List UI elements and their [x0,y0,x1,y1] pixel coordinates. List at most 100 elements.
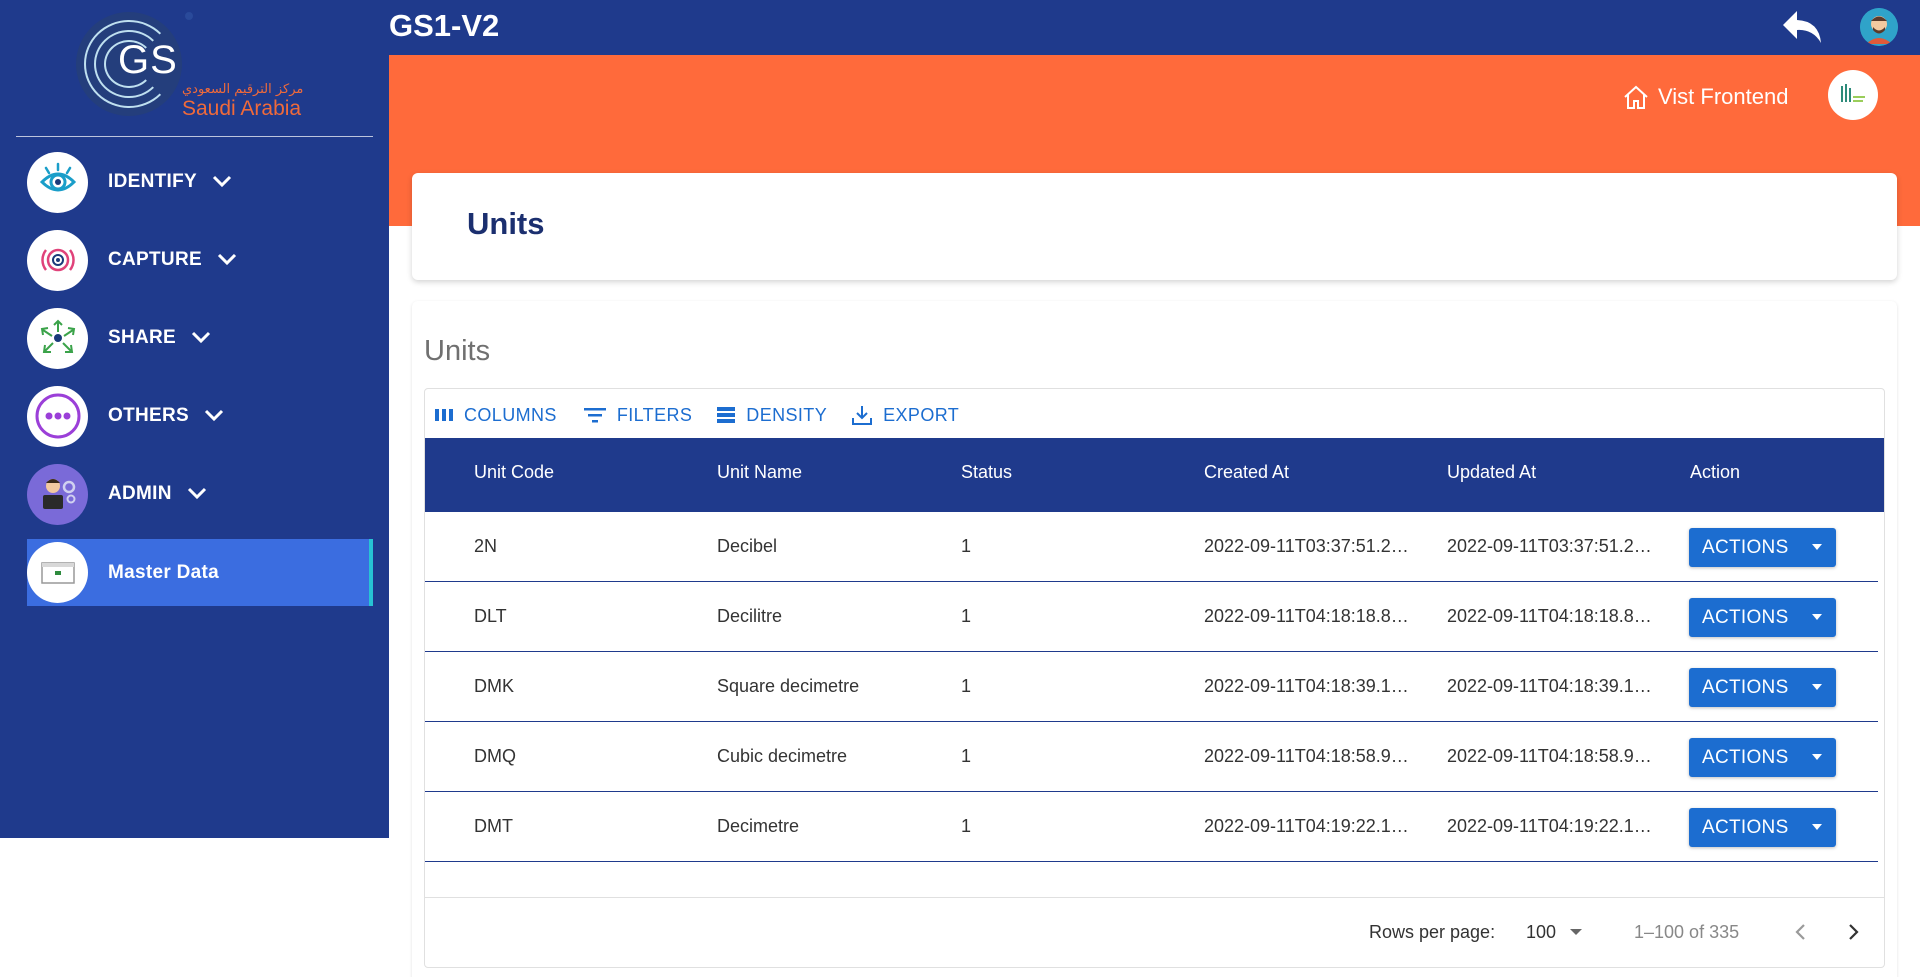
more-dots-icon [27,385,88,447]
chevron-down-icon [203,405,225,427]
table-row[interactable]: DMT Decimetre 1 2022-09-11T04:19:22.1… 2… [425,792,1878,862]
back-button[interactable] [1778,5,1826,49]
cell-updated-at: 2022-09-11T04:19:22.1… [1447,816,1652,836]
density-label: DENSITY [746,404,828,425]
actions-label: ACTIONS [1702,676,1789,698]
cell-created-at: 2022-09-11T04:18:18.8… [1204,606,1409,626]
rows-per-page-label: Rows per page: [1369,922,1496,942]
reply-arrow-icon [1783,11,1821,43]
sidebar-item-share[interactable]: SHARE [27,304,373,372]
logo-dot [185,12,193,20]
app-title: GS1-V2 [389,8,500,43]
top-app-bar [389,0,1920,55]
chevron-left-icon [1795,924,1805,940]
cell-updated-at: 2022-09-11T04:18:18.8… [1447,606,1652,626]
column-header-created-at[interactable]: Created At [1204,462,1289,483]
share-nodes-icon [27,307,88,369]
caret-down-icon [1812,754,1822,760]
page-title-card: Units [412,173,1897,280]
rows-per-page-select[interactable]: 100 [1526,920,1583,944]
column-header-action[interactable]: Action [1690,462,1740,483]
cell-status: 1 [961,816,972,836]
cell-unit-code: DLT [474,606,507,626]
cell-unit-name: Square decimetre [717,676,860,696]
cell-created-at: 2022-09-11T04:18:58.9… [1204,746,1409,766]
actions-button[interactable]: ACTIONS [1689,598,1836,637]
column-header-status[interactable]: Status [961,462,1012,483]
visit-frontend-link[interactable]: Vist Frontend [1622,80,1788,114]
rows-per-page-value: 100 [1526,921,1557,942]
table-row[interactable]: DMK Square decimetre 1 2022-09-11T04:18:… [425,652,1878,722]
actions-button[interactable]: ACTIONS [1689,808,1836,847]
sidebar-item-others[interactable]: OTHERS [27,382,373,450]
sidebar-item-capture[interactable]: CAPTURE [27,226,373,294]
cell-created-at: 2022-09-11T04:18:39.1… [1204,676,1409,696]
sidebar-item-label: ADMIN [108,483,172,504]
column-header-unit-code[interactable]: Unit Code [474,462,554,483]
cell-updated-at: 2022-09-11T04:18:39.1… [1447,676,1652,696]
user-avatar[interactable] [1860,8,1898,46]
filters-button[interactable]: FILTERS [583,405,692,426]
sidebar-item-label: IDENTIFY [108,171,197,192]
caret-down-icon [1812,684,1822,690]
cell-created-at: 2022-09-11T03:37:51.2… [1204,536,1409,556]
column-header-updated-at[interactable]: Updated At [1447,462,1536,483]
grid-toolbar: COLUMNS FILTERS DENSITY EXPORT [434,400,983,430]
sidebar-divider [16,136,373,137]
export-label: EXPORT [883,404,960,425]
app-root: GS مركز الترقيم السعودي Saudi Arabia IDE… [0,0,1920,977]
cell-updated-at: 2022-09-11T04:18:58.9… [1447,746,1652,766]
table-row[interactable]: DMQ Cubic decimetre 1 2022-09-11T04:18:5… [425,722,1878,792]
caret-down-icon [1812,614,1822,620]
grid-footer-divider [425,897,1884,898]
table-row[interactable]: 2N Decibel 1 2022-09-11T03:37:51.2… 2022… [425,512,1878,582]
actions-label: ACTIONS [1702,606,1789,628]
columns-icon [435,409,453,421]
next-page-button[interactable] [1840,916,1868,948]
cell-status: 1 [961,606,972,626]
active-indicator [369,539,373,606]
density-button[interactable]: DENSITY [716,405,827,426]
page-title: Units [467,206,545,241]
eye-icon [27,151,88,213]
chevron-down-icon [216,249,238,271]
cell-unit-code: DMK [474,676,514,696]
logo-arabic-text: مركز الترقيم السعودي [182,82,304,97]
columns-label: COLUMNS [464,404,557,425]
brand-logo-button[interactable] [1828,70,1878,120]
admin-avatar-icon [27,463,88,525]
logo-region: Saudi Arabia [182,97,302,120]
filter-icon [583,408,606,423]
columns-button[interactable]: COLUMNS [434,405,557,426]
sidebar-item-label: Master Data [108,561,220,583]
column-header-unit-name[interactable]: Unit Name [717,462,802,483]
actions-label: ACTIONS [1702,816,1789,838]
actions-button[interactable]: ACTIONS [1689,528,1836,567]
chevron-down-icon [211,171,233,193]
master-data-icon [27,542,88,603]
caret-down-icon [1812,544,1822,550]
home-icon [1624,85,1648,109]
cell-unit-name: Cubic decimetre [717,746,848,766]
chevron-down-icon [190,327,212,349]
actions-button[interactable]: ACTIONS [1689,668,1836,707]
caret-down-icon [1812,824,1822,830]
filters-label: FILTERS [616,404,693,425]
table-header: Unit Code Unit Name Status Created At Up… [425,438,1884,512]
sidebar-item-label: CAPTURE [108,249,202,270]
chevron-down-icon [186,483,208,505]
sidebar-item-admin[interactable]: ADMIN [27,460,373,528]
export-button[interactable]: EXPORT [851,404,959,426]
gs1-logo: GS مركز الترقيم السعودي Saudi Arabia [0,0,389,135]
sidebar-item-identify[interactable]: IDENTIFY [27,148,373,216]
cell-unit-code: DMQ [474,746,516,766]
chevron-right-icon [1849,924,1859,940]
brand-logo-icon [1841,84,1865,102]
sidebar-item-master-data[interactable]: Master Data [27,539,373,606]
actions-button[interactable]: ACTIONS [1689,738,1836,777]
target-icon [27,229,88,291]
logo-mark: GS [118,38,178,82]
table-row[interactable]: DLT Decilitre 1 2022-09-11T04:18:18.8… 2… [425,582,1878,652]
previous-page-button[interactable] [1786,916,1814,948]
section-title: Units [424,335,491,367]
